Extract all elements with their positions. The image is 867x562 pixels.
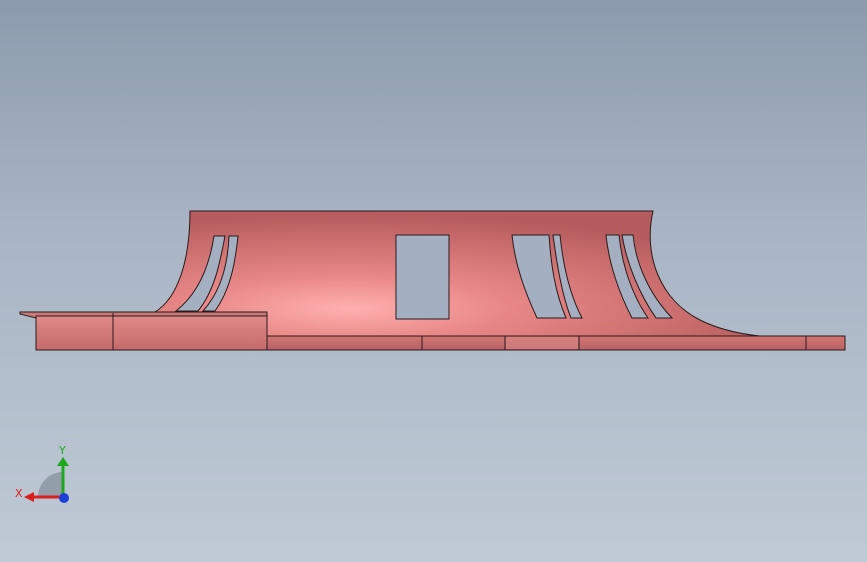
base-highlight <box>506 337 578 349</box>
part-model[interactable] <box>0 0 867 562</box>
rect-window <box>395 234 450 320</box>
x-axis-arrow <box>24 492 34 502</box>
y-axis-label: Y <box>58 444 66 457</box>
z-axis-dot <box>59 493 69 503</box>
triad-quarter-disc <box>38 472 63 497</box>
y-axis-arrow <box>57 457 69 466</box>
orientation-triad: Y X <box>15 444 69 503</box>
x-axis-label: X <box>15 487 23 500</box>
graphics-viewport[interactable]: Y X <box>0 0 867 562</box>
left-hub-block <box>35 315 269 351</box>
